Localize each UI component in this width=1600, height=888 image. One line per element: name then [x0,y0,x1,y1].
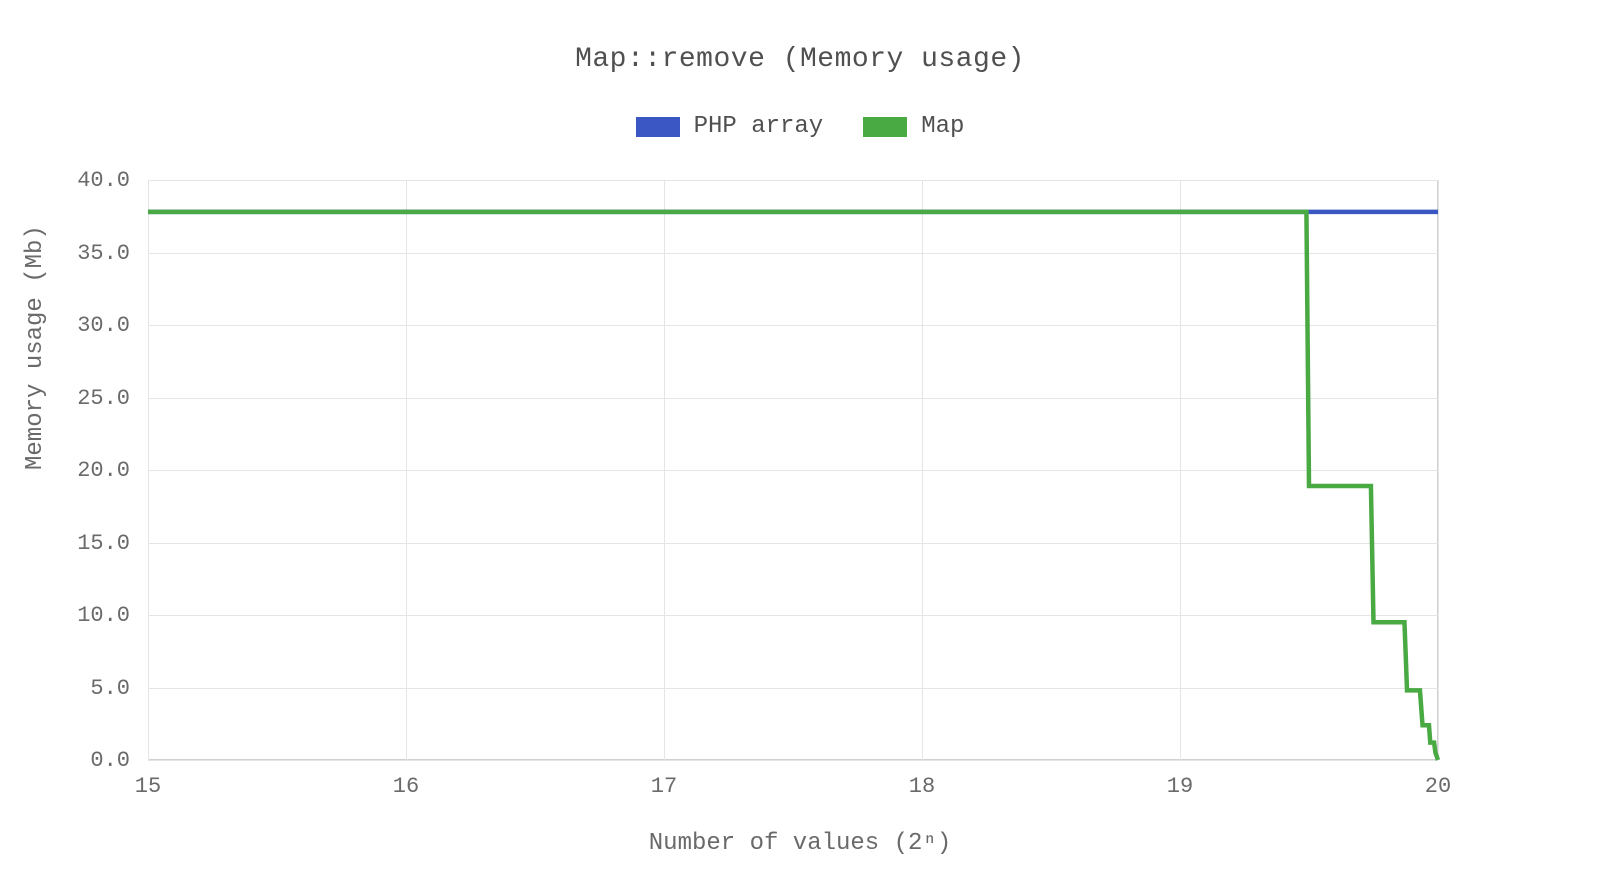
y-tick-label: 40.0 [0,168,130,193]
x-axis-label: Number of values (2ⁿ) [0,830,1600,857]
x-tick-label: 17 [644,774,684,799]
y-tick-label: 5.0 [0,676,130,701]
legend-label-php-array: PHP array [694,113,824,140]
legend-swatch-php-array [636,117,680,137]
x-tick-label: 16 [386,774,426,799]
y-tick-label: 20.0 [0,458,130,483]
chart-legend: PHP array Map [0,113,1600,140]
plot-lines [148,180,1438,760]
y-tick-label: 25.0 [0,386,130,411]
x-tick-label: 19 [1160,774,1200,799]
legend-item-php-array[interactable]: PHP array [636,113,824,140]
y-tick-label: 15.0 [0,531,130,556]
y-tick-label: 10.0 [0,603,130,628]
x-tick-label: 15 [128,774,168,799]
series-line-map [148,212,1438,760]
x-tick-label: 18 [902,774,942,799]
plot-area[interactable] [148,180,1438,760]
x-tick-label: 20 [1418,774,1458,799]
legend-item-map[interactable]: Map [863,113,964,140]
legend-swatch-map [863,117,907,137]
chart-title: Map::remove (Memory usage) [0,0,1600,75]
y-tick-label: 35.0 [0,241,130,266]
y-tick-label: 0.0 [0,748,130,773]
chart-container: Map::remove (Memory usage) PHP array Map… [0,0,1600,888]
legend-label-map: Map [921,113,964,140]
y-tick-label: 30.0 [0,313,130,338]
